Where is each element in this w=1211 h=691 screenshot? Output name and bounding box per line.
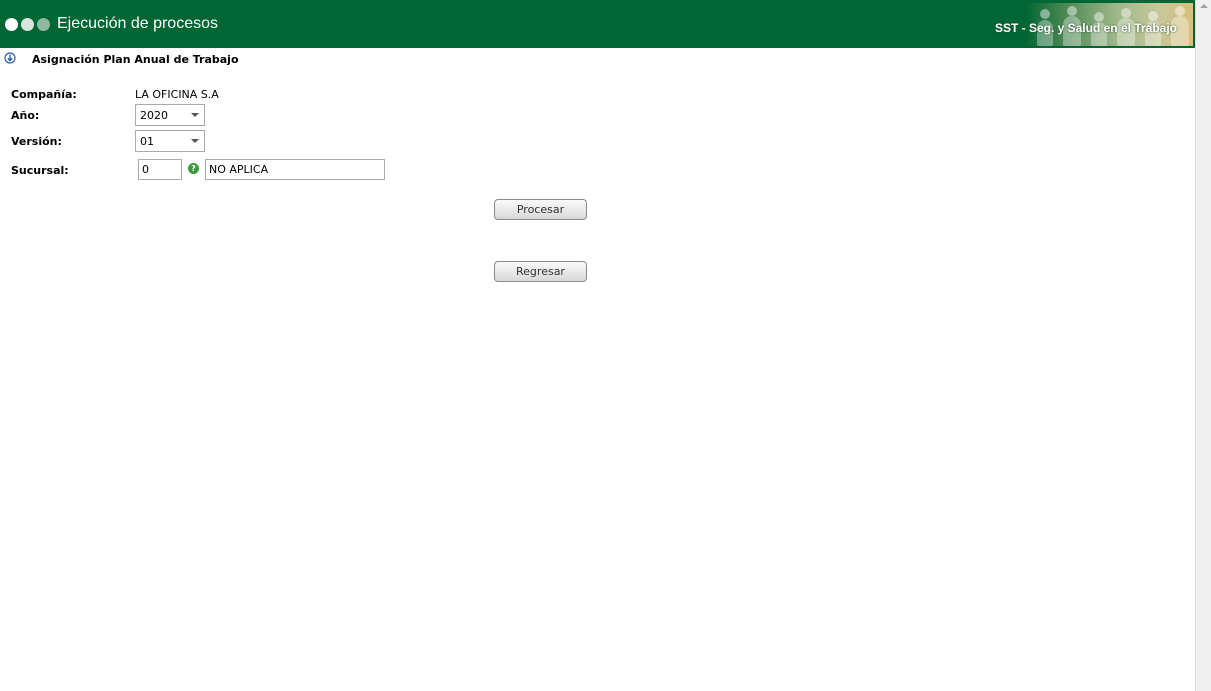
version-select-value: 01 — [140, 135, 154, 148]
help-icon[interactable]: ? — [188, 163, 199, 174]
company-label: Compañía: — [11, 88, 77, 101]
dot-icon — [21, 18, 34, 31]
dot-icon — [37, 18, 50, 31]
back-button[interactable]: Regresar — [494, 261, 587, 282]
branch-label: Sucursal: — [11, 164, 69, 177]
branch-code-input[interactable] — [138, 159, 182, 180]
version-label: Versión: — [11, 135, 62, 148]
section-title: Asignación Plan Anual de Trabajo — [32, 53, 239, 66]
info-arrow-icon — [4, 52, 16, 64]
year-select[interactable]: 2020 — [135, 104, 205, 126]
company-value: LA OFICINA S.A — [135, 88, 219, 101]
app-name: SST - Seg. y Salud en el Trabajo — [994, 21, 1177, 35]
page-title: Ejecución de procesos — [57, 15, 218, 32]
year-label: Año: — [11, 109, 40, 122]
branch-name-field[interactable] — [205, 159, 385, 180]
app-header: Ejecución de procesos SST - Seg. y Salud… — [0, 0, 1195, 48]
scroll-up-arrow-icon[interactable] — [1200, 4, 1208, 8]
dot-icon — [5, 18, 18, 31]
chevron-down-icon — [191, 113, 199, 117]
chevron-down-icon — [191, 139, 199, 143]
year-select-value: 2020 — [140, 109, 168, 122]
vertical-scrollbar[interactable] — [1195, 0, 1211, 691]
process-button[interactable]: Procesar — [494, 199, 587, 220]
version-select[interactable]: 01 — [135, 130, 205, 152]
